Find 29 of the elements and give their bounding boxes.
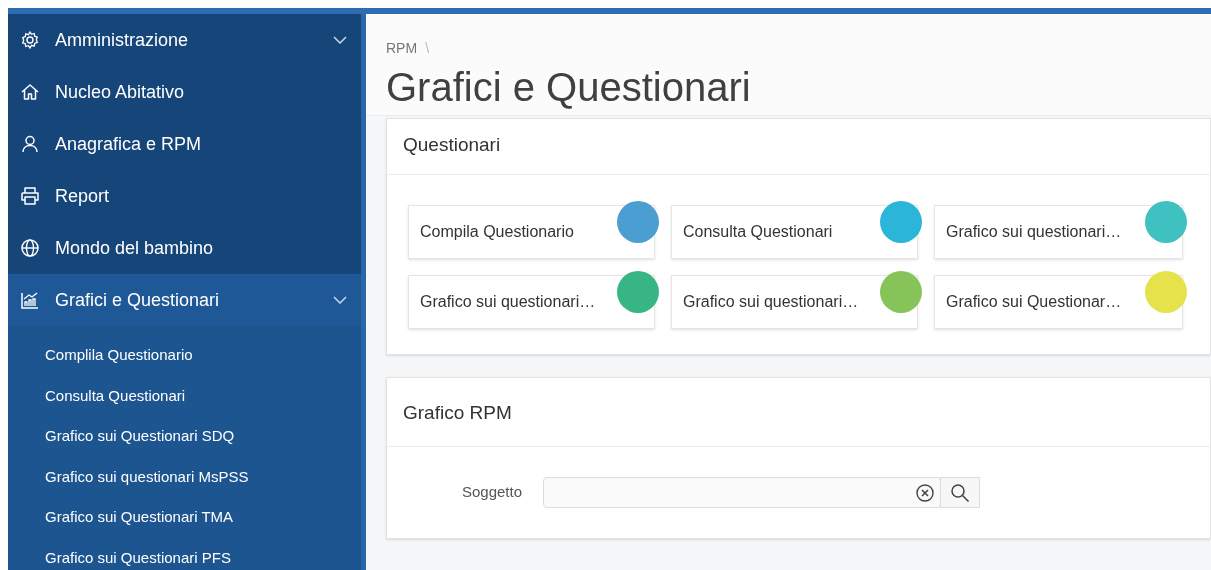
- submenu-item[interactable]: Grafico sui Questionari PFS: [8, 537, 361, 570]
- field-label: Soggetto: [460, 482, 522, 503]
- home-icon: [20, 82, 40, 102]
- questionnaire-tile[interactable]: Consulta Questionari: [671, 204, 918, 259]
- page-title: Grafici e Questionari: [386, 64, 752, 111]
- soggetto-field[interactable]: [543, 477, 941, 508]
- globe-icon: [20, 238, 40, 258]
- clear-icon: [916, 483, 934, 502]
- person-icon: [20, 134, 40, 154]
- questionnaire-tile[interactable]: Grafico sui questionari…: [408, 274, 655, 329]
- questionnaire-tile[interactable]: Grafico sui questionari…: [671, 274, 918, 329]
- panel-title: Grafico RPM: [403, 400, 513, 425]
- bar-chart-icon: [20, 290, 40, 310]
- printer-icon: [20, 186, 40, 206]
- submenu-item[interactable]: Grafico sui questionari MsPSS: [8, 456, 361, 497]
- panel-title: Questionari: [403, 133, 502, 157]
- submenu-item[interactable]: Grafico sui Questionari TMA: [8, 497, 361, 538]
- breadcrumb-separator: \: [425, 39, 429, 58]
- search-button[interactable]: [940, 477, 980, 508]
- questionnaire-tile[interactable]: Compila Questionario: [408, 204, 655, 259]
- questionnaire-tile[interactable]: Grafico sui questionari…: [934, 204, 1183, 259]
- breadcrumb-link[interactable]: RPM: [386, 38, 418, 59]
- submenu-item[interactable]: Complila Questionario: [8, 335, 361, 376]
- submenu-item[interactable]: Grafico sui Questionari SDQ: [8, 416, 361, 457]
- sidebar-item[interactable]: Grafici e Questionari: [8, 274, 361, 326]
- search-icon: [950, 482, 970, 503]
- gear-icon: [20, 30, 40, 50]
- submenu-item[interactable]: Consulta Questionari: [8, 375, 361, 416]
- questionnaire-tile[interactable]: Grafico sui Questionar…: [934, 274, 1183, 329]
